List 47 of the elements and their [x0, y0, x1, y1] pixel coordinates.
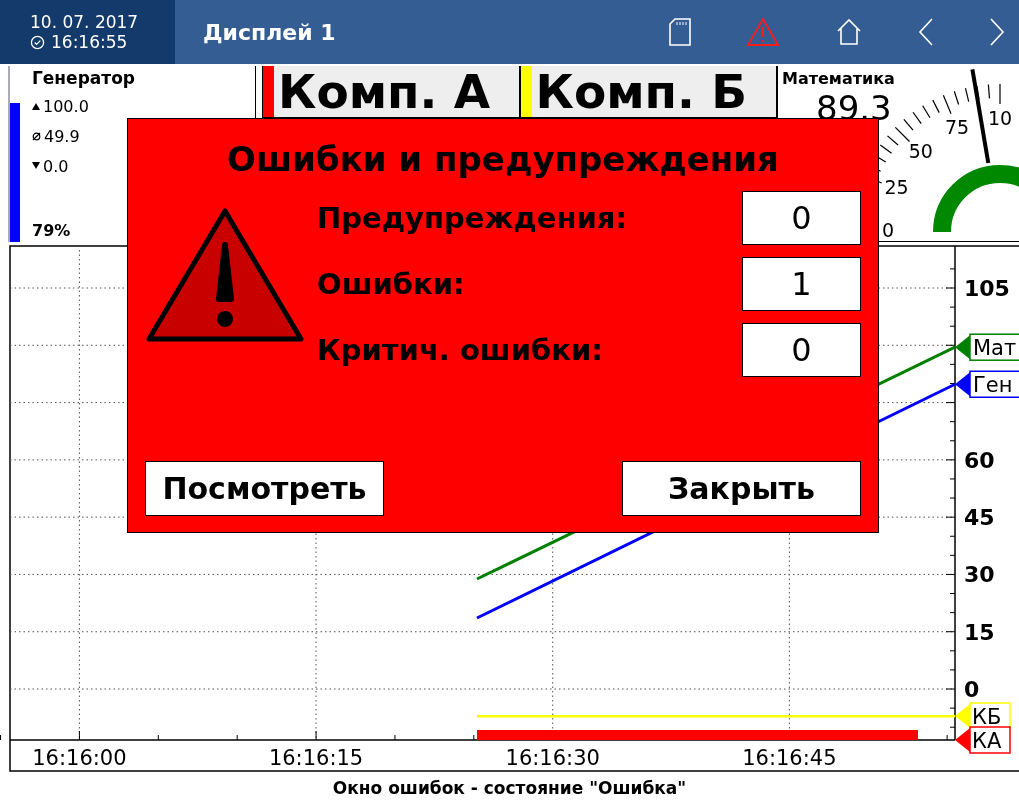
clock-icon	[30, 34, 45, 50]
panel-title: Генератор	[32, 68, 136, 88]
axis-label: 16:16:15	[268, 746, 364, 770]
display-title: Дисплей 1	[203, 19, 336, 45]
counter-value: 1	[742, 257, 861, 311]
scale-label: 25	[884, 176, 909, 199]
scale-label: 50	[908, 139, 933, 162]
figure-caption: Окно ошибок - состояние "Ошибка"	[331, 778, 688, 798]
scale-label: 10	[987, 107, 1013, 129]
min-icon	[32, 162, 40, 170]
axis-label: 105	[964, 276, 1010, 301]
max-icon	[32, 102, 40, 110]
scale-label: 75	[945, 115, 970, 138]
home-icon[interactable]	[835, 18, 863, 46]
counter-value: 0	[742, 191, 861, 245]
scale-label: 0	[881, 219, 895, 241]
channel-label: Комп. Б	[534, 66, 748, 117]
axis-label: 16:16:30	[505, 746, 600, 770]
average-value: 49.9	[44, 126, 80, 146]
max-value: 100.0	[43, 96, 89, 116]
counter-label: Предупреждения:	[317, 201, 627, 235]
axis-label: 45	[964, 505, 995, 531]
counter-label: Критич. ошибки:	[317, 333, 603, 367]
dialog-button[interactable]: Закрыть	[622, 461, 861, 516]
time-text: 16:16:55	[51, 32, 128, 53]
chevron-right-icon[interactable]	[989, 17, 1005, 47]
axis-label: 30	[964, 562, 995, 588]
dialog-title: Ошибки и предупреждения	[227, 139, 779, 179]
min-value: 0.0	[43, 156, 69, 176]
counter-value: 0	[742, 323, 861, 377]
percent-value: 79%	[32, 221, 72, 240]
axis-label: 16:16:45	[742, 746, 837, 770]
axis-label: 15	[964, 619, 995, 645]
legend-label: Ген	[973, 373, 1013, 398]
axis-label: 16:16:00	[32, 746, 127, 770]
chevron-left-icon[interactable]	[918, 17, 934, 47]
dialog-button[interactable]: Посмотреть	[145, 461, 384, 516]
warning-icon	[145, 207, 305, 343]
legend-label: Мат	[973, 336, 1017, 361]
average-icon	[32, 131, 41, 141]
date-text: 10. 07. 2017	[30, 11, 140, 32]
counter-label: Ошибки:	[317, 267, 465, 301]
axis-label: 0	[964, 677, 980, 702]
panel-title: Математика	[782, 69, 895, 88]
axis-label: 60	[964, 447, 995, 473]
channel-label: Комп. А	[277, 66, 491, 117]
sd-card-icon[interactable]	[669, 18, 691, 46]
